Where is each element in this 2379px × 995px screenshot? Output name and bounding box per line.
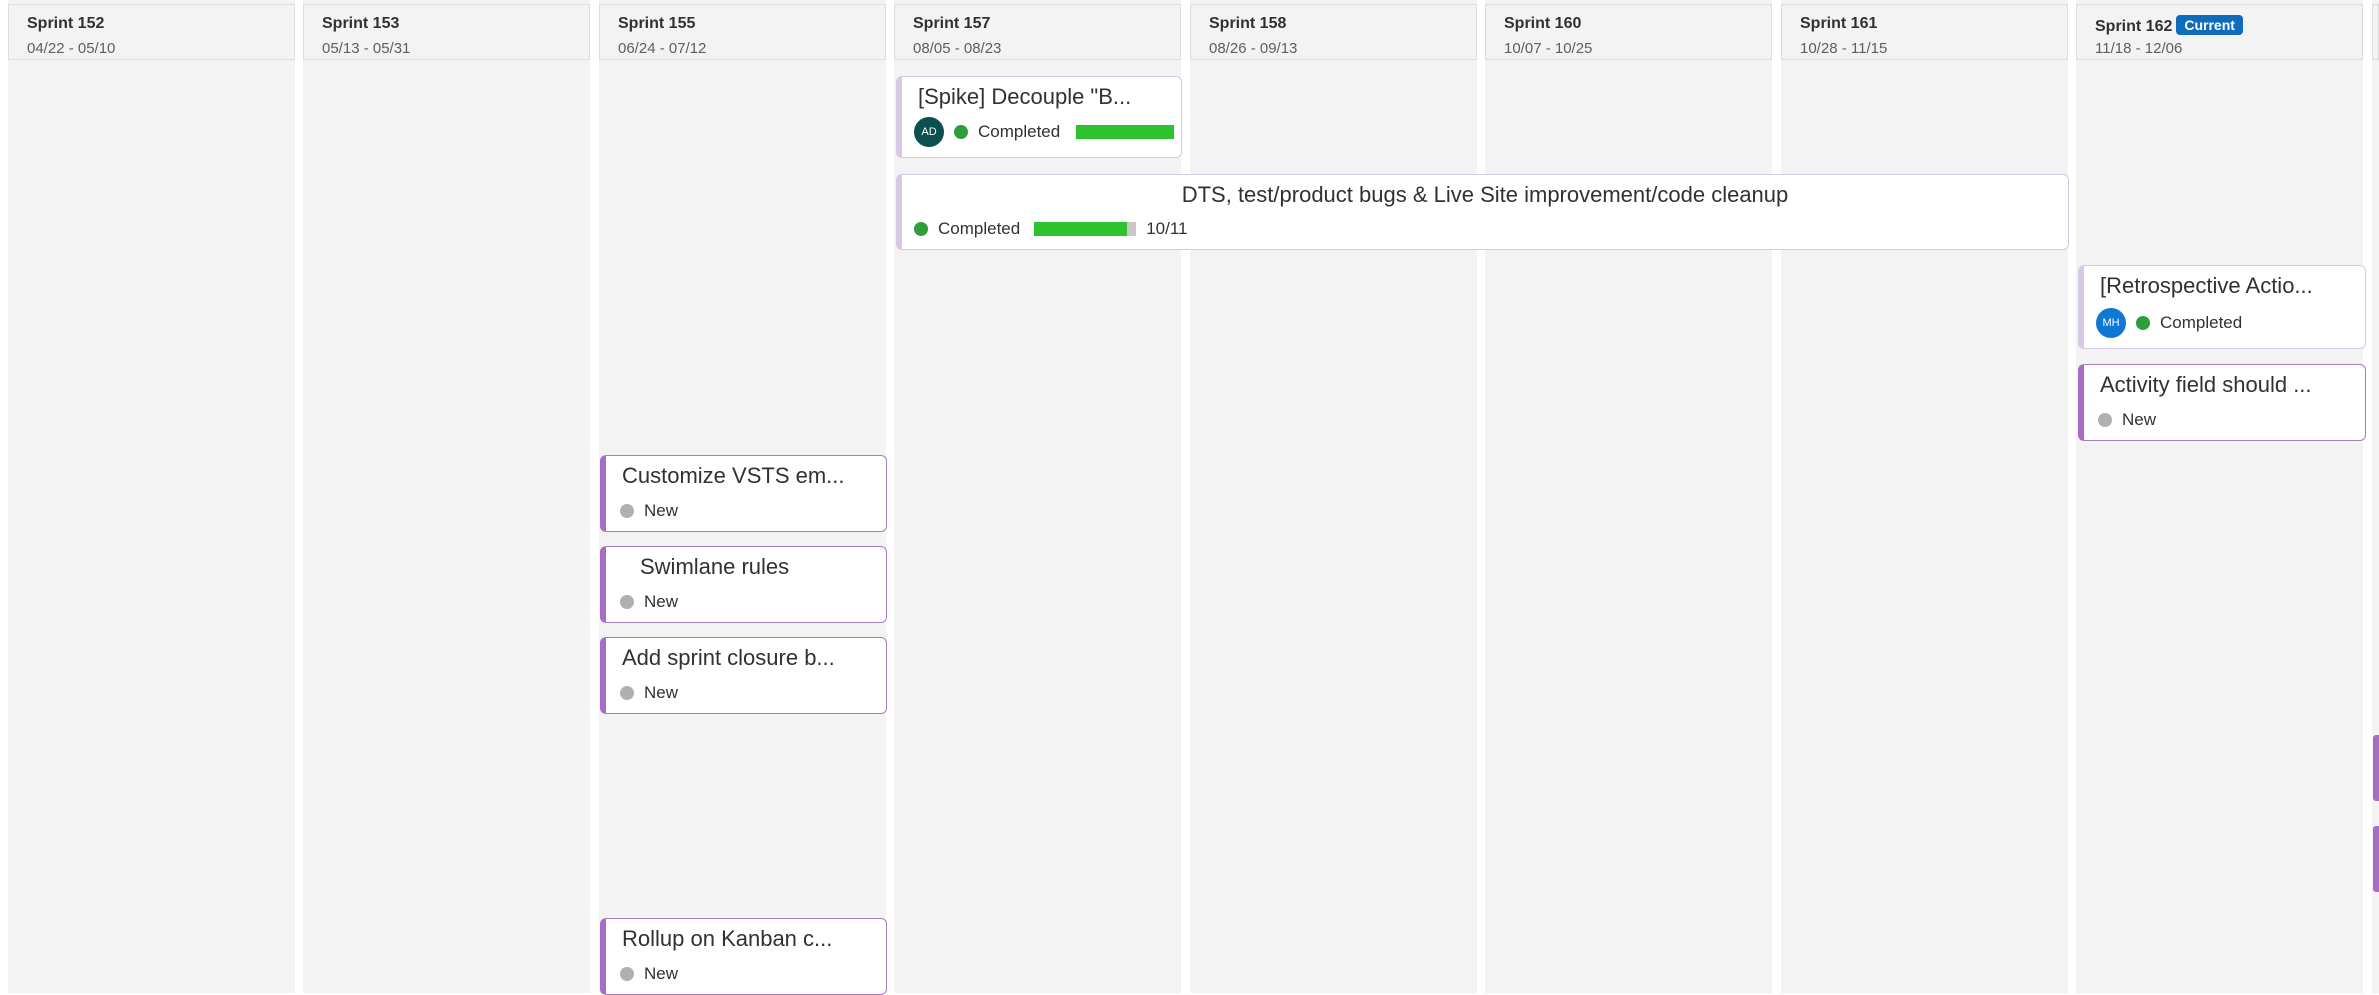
card-title: [Spike] Decouple "B... bbox=[918, 84, 1132, 109]
card-status-row: New bbox=[2098, 410, 2156, 430]
work-item-card[interactable]: Rollup on Kanban c... New bbox=[600, 918, 887, 995]
status-dot-icon bbox=[620, 504, 634, 518]
sprint-dates: 10/07 - 10/25 bbox=[1504, 40, 1593, 57]
work-item-card[interactable]: DTS, test/product bugs & Live Site impro… bbox=[896, 174, 2069, 250]
sprint-header[interactable]: Sprint 155 06/24 - 07/12 bbox=[599, 4, 886, 60]
sprint-header bbox=[2372, 4, 2379, 60]
sprint-header[interactable]: Sprint 161 10/28 - 11/15 bbox=[1781, 4, 2068, 60]
sprint-header[interactable]: Sprint 152 04/22 - 05/10 bbox=[8, 4, 295, 60]
sprint-header[interactable]: Sprint 158 08/26 - 09/13 bbox=[1190, 4, 1477, 60]
status-label: Completed bbox=[2160, 313, 2243, 332]
sprint-dates: 08/26 - 09/13 bbox=[1209, 40, 1298, 57]
card-title: DTS, test/product bugs & Live Site impro… bbox=[1181, 182, 1789, 207]
sprint-column-152: Sprint 152 04/22 - 05/10 bbox=[8, 0, 295, 993]
status-label: Completed bbox=[978, 122, 1061, 141]
card-title: Rollup on Kanban c... bbox=[622, 926, 833, 951]
progress-bar bbox=[1076, 125, 1175, 139]
sprint-column-160: Sprint 160 10/07 - 10/25 bbox=[1485, 0, 1772, 993]
sprint-title: Sprint 152 bbox=[27, 15, 105, 32]
sprint-title: Sprint 160 bbox=[1504, 15, 1582, 32]
sprint-dates: 05/13 - 05/31 bbox=[322, 40, 411, 57]
sprint-header[interactable]: Sprint 160 10/07 - 10/25 bbox=[1485, 4, 1772, 60]
card-status-row: New bbox=[620, 964, 678, 984]
offscreen-card-edge[interactable] bbox=[2373, 826, 2379, 892]
work-item-card[interactable]: [Retrospective Actio... MH Completed bbox=[2078, 265, 2366, 349]
status-dot-icon bbox=[954, 125, 968, 139]
sprint-title-text: Sprint 162 bbox=[2095, 18, 2173, 35]
card-status-row: New bbox=[620, 501, 678, 521]
status-label: New bbox=[644, 592, 679, 611]
status-dot-icon bbox=[914, 222, 928, 236]
sprint-title: Sprint 162 Current bbox=[2095, 15, 2243, 36]
card-title: Add sprint closure b... bbox=[622, 645, 835, 670]
sprint-title: Sprint 155 bbox=[618, 15, 696, 32]
status-label: New bbox=[644, 964, 679, 983]
status-dot-icon bbox=[620, 686, 634, 700]
work-item-card[interactable]: Activity field should ... New bbox=[2078, 364, 2366, 441]
sprint-column-161: Sprint 161 10/28 - 11/15 bbox=[1781, 0, 2068, 993]
sprint-dates: 06/24 - 07/12 bbox=[618, 40, 707, 57]
card-title: Swimlane rules bbox=[640, 554, 790, 579]
avatar[interactable]: MH bbox=[2096, 308, 2126, 338]
sprint-column-153: Sprint 153 05/13 - 05/31 bbox=[303, 0, 590, 993]
progress-count: 10/11 bbox=[1146, 219, 1188, 238]
card-status-row: New bbox=[620, 592, 678, 612]
sprint-header[interactable]: Sprint 153 05/13 - 05/31 bbox=[303, 4, 590, 60]
status-dot-icon bbox=[620, 967, 634, 981]
card-status-row: AD Completed bbox=[914, 117, 1175, 147]
progress-fill bbox=[1034, 222, 1128, 236]
card-title: Activity field should ... bbox=[2100, 372, 2312, 397]
card-status-row: MH Completed bbox=[2096, 308, 2242, 338]
sprint-title: Sprint 157 bbox=[913, 15, 991, 32]
progress-bar bbox=[1034, 222, 1137, 236]
status-label: New bbox=[644, 683, 679, 702]
progress-fill bbox=[1076, 125, 1175, 139]
card-status-row: Completed 10/11 bbox=[914, 219, 1188, 239]
sprint-header[interactable]: Sprint 162 Current 11/18 - 12/06 bbox=[2076, 4, 2363, 60]
avatar[interactable]: AD bbox=[914, 117, 944, 147]
offscreen-card-edge[interactable] bbox=[2373, 735, 2379, 801]
status-dot-icon bbox=[620, 595, 634, 609]
work-item-card[interactable]: Swimlane rules New bbox=[600, 546, 887, 623]
status-label: New bbox=[2122, 410, 2157, 429]
sprint-column-162: Sprint 162 Current 11/18 - 12/06 bbox=[2076, 0, 2363, 993]
work-item-card[interactable]: [Spike] Decouple "B... AD Completed bbox=[896, 76, 1182, 158]
status-dot-icon bbox=[2098, 413, 2112, 427]
sprint-title: Sprint 158 bbox=[1209, 15, 1287, 32]
card-title: Customize VSTS em... bbox=[622, 463, 845, 488]
sprint-dates: 08/05 - 08/23 bbox=[913, 40, 1002, 57]
sprint-dates: 11/18 - 12/06 bbox=[2095, 40, 2183, 57]
sprint-title: Sprint 161 bbox=[1800, 15, 1878, 32]
work-item-card[interactable]: Add sprint closure b... New bbox=[600, 637, 887, 714]
sprint-dates: 10/28 - 11/15 bbox=[1800, 40, 1888, 57]
sprint-dates: 04/22 - 05/10 bbox=[27, 40, 116, 57]
sprint-column-158: Sprint 158 08/26 - 09/13 bbox=[1190, 0, 1477, 993]
sprint-title: Sprint 153 bbox=[322, 15, 400, 32]
card-title: [Retrospective Actio... bbox=[2100, 273, 2313, 298]
card-status-row: New bbox=[620, 683, 678, 703]
work-item-card[interactable]: Customize VSTS em... New bbox=[600, 455, 887, 532]
status-label: New bbox=[644, 501, 679, 520]
status-label: Completed bbox=[938, 219, 1021, 238]
sprint-header[interactable]: Sprint 157 08/05 - 08/23 bbox=[894, 4, 1181, 60]
status-dot-icon bbox=[2136, 316, 2150, 330]
current-badge: Current bbox=[2176, 15, 2243, 35]
